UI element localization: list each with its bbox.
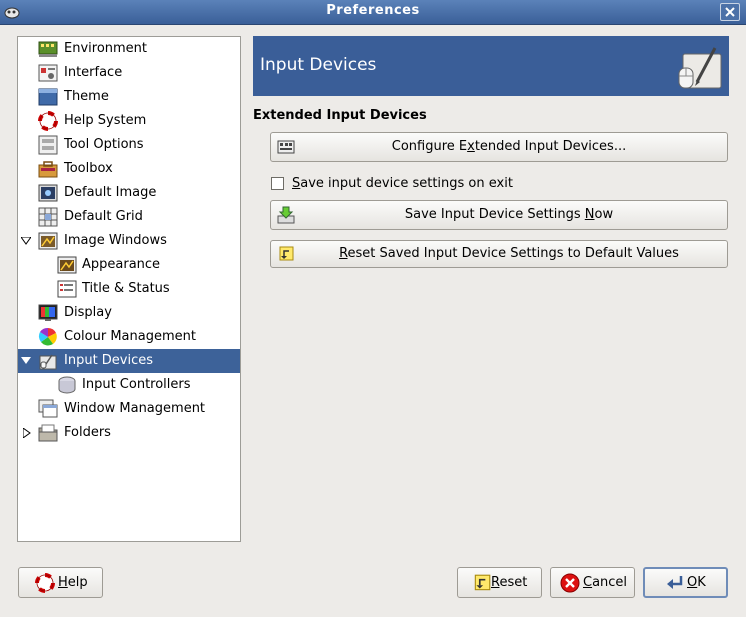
button-label: Reset — [491, 575, 528, 590]
interface-icon — [38, 64, 58, 82]
sidebar-item-window-management[interactable]: Window Management — [18, 397, 240, 421]
button-label: Configure Extended Input Devices... — [391, 139, 627, 154]
page-title: Input Devices — [260, 55, 377, 75]
display-icon — [38, 304, 58, 321]
default-image-icon — [38, 184, 58, 202]
input-devices-icon — [39, 354, 57, 370]
preferences-tree[interactable]: Environment Interface Theme Help System — [17, 36, 241, 542]
appearance-icon — [57, 256, 77, 274]
title-bar[interactable]: Preferences — [0, 0, 746, 25]
button-label: Cancel — [583, 575, 628, 590]
input-controllers-icon — [58, 376, 76, 394]
sidebar-item-label: Appearance — [82, 257, 161, 272]
sidebar-item-label: Tool Options — [64, 137, 144, 152]
button-label: Save Input Device Settings Now — [404, 207, 614, 222]
save-input-device-settings-now-button[interactable]: Save Input Device Settings Now — [270, 200, 728, 230]
sidebar-item-label: Input Devices — [64, 353, 154, 368]
sidebar-item-colour-management[interactable]: Colour Management — [18, 325, 240, 349]
help-button[interactable]: Help — [18, 567, 103, 598]
sidebar-item-interface[interactable]: Interface — [18, 61, 240, 85]
sidebar-item-environment[interactable]: Environment — [18, 37, 240, 61]
environment-icon — [38, 41, 58, 57]
sidebar-item-label: Title & Status — [82, 281, 170, 296]
sidebar-item-label: Window Management — [64, 401, 206, 416]
lifebuoy-icon — [35, 573, 55, 593]
image-windows-icon — [38, 232, 58, 250]
sidebar-item-label: Default Image — [64, 185, 157, 200]
sidebar-item-label: Input Controllers — [82, 377, 191, 392]
sidebar-item-image-windows[interactable]: Image Windows — [18, 229, 240, 253]
checkbox-label: Save input device settings on exit — [292, 175, 513, 191]
title-status-icon — [57, 280, 77, 298]
sidebar-item-label: Theme — [64, 89, 109, 104]
sidebar-item-folders[interactable]: Folders — [18, 421, 240, 445]
button-label: OK — [687, 575, 706, 590]
reset-icon — [474, 574, 491, 591]
sidebar-item-label: Colour Management — [64, 329, 196, 344]
sidebar-item-toolbox[interactable]: Toolbox — [18, 157, 240, 181]
window-title: Preferences — [326, 3, 420, 18]
sidebar-item-input-devices[interactable]: Input Devices — [18, 349, 240, 373]
sidebar-item-label: Interface — [64, 65, 123, 80]
sidebar-item-appearance[interactable]: Appearance — [18, 253, 240, 277]
sidebar-item-help-system[interactable]: Help System — [18, 109, 240, 133]
expander-expanded[interactable] — [20, 355, 32, 367]
grid-icon — [38, 207, 58, 227]
sidebar-item-label: Toolbox — [64, 161, 113, 176]
sidebar-item-label: Help System — [64, 113, 147, 128]
folders-icon — [38, 424, 58, 442]
theme-icon — [38, 88, 58, 106]
triangle-down-icon — [21, 357, 31, 364]
colour-management-icon — [38, 327, 57, 346]
sidebar-item-default-grid[interactable]: Default Grid — [18, 205, 240, 229]
sidebar-item-label: Environment — [64, 41, 148, 56]
enter-arrow-icon — [667, 576, 683, 589]
ok-button[interactable]: OK — [643, 567, 728, 598]
button-label: Help — [58, 575, 88, 590]
expander-collapsed[interactable] — [21, 427, 33, 439]
window-management-icon — [38, 399, 58, 418]
sidebar-item-label: Default Grid — [64, 209, 143, 224]
sidebar-item-default-image[interactable]: Default Image — [18, 181, 240, 205]
sidebar-item-tool-options[interactable]: Tool Options — [18, 133, 240, 157]
reset-saved-settings-button[interactable]: Reset Saved Input Device Settings to Def… — [270, 240, 728, 268]
sidebar-item-title-status[interactable]: Title & Status — [18, 277, 240, 301]
sidebar-item-label: Image Windows — [64, 233, 167, 248]
save-on-exit-checkbox[interactable] — [271, 176, 284, 190]
lifebuoy-icon — [38, 111, 58, 131]
triangle-right-icon — [23, 428, 31, 438]
button-label: Reset Saved Input Device Settings to Def… — [339, 246, 679, 261]
section-title: Extended Input Devices — [253, 108, 427, 123]
sidebar-item-theme[interactable]: Theme — [18, 85, 240, 109]
sidebar-item-input-controllers[interactable]: Input Controllers — [18, 373, 240, 397]
cancel-icon — [560, 573, 580, 593]
sidebar-item-label: Display — [64, 305, 112, 320]
save-on-exit-checkbox-row[interactable]: Save input device settings on exit — [271, 174, 513, 192]
sidebar-item-display[interactable]: Display — [18, 301, 240, 325]
tool-options-icon — [38, 135, 58, 155]
close-icon — [725, 7, 735, 17]
cancel-button[interactable]: Cancel — [550, 567, 635, 598]
input-devices-icon — [678, 47, 722, 89]
triangle-down-icon — [21, 237, 31, 245]
configure-extended-input-devices-button[interactable]: Configure Extended Input Devices... — [270, 132, 728, 162]
sidebar-item-label: Folders — [64, 425, 111, 440]
expander-expanded[interactable] — [20, 235, 32, 247]
toolbox-icon — [38, 161, 58, 178]
page-header: Input Devices — [253, 36, 729, 96]
close-button[interactable] — [720, 3, 740, 21]
preferences-window: Preferences Environment Interface Theme … — [0, 0, 746, 617]
reset-button[interactable]: Reset — [457, 567, 542, 598]
